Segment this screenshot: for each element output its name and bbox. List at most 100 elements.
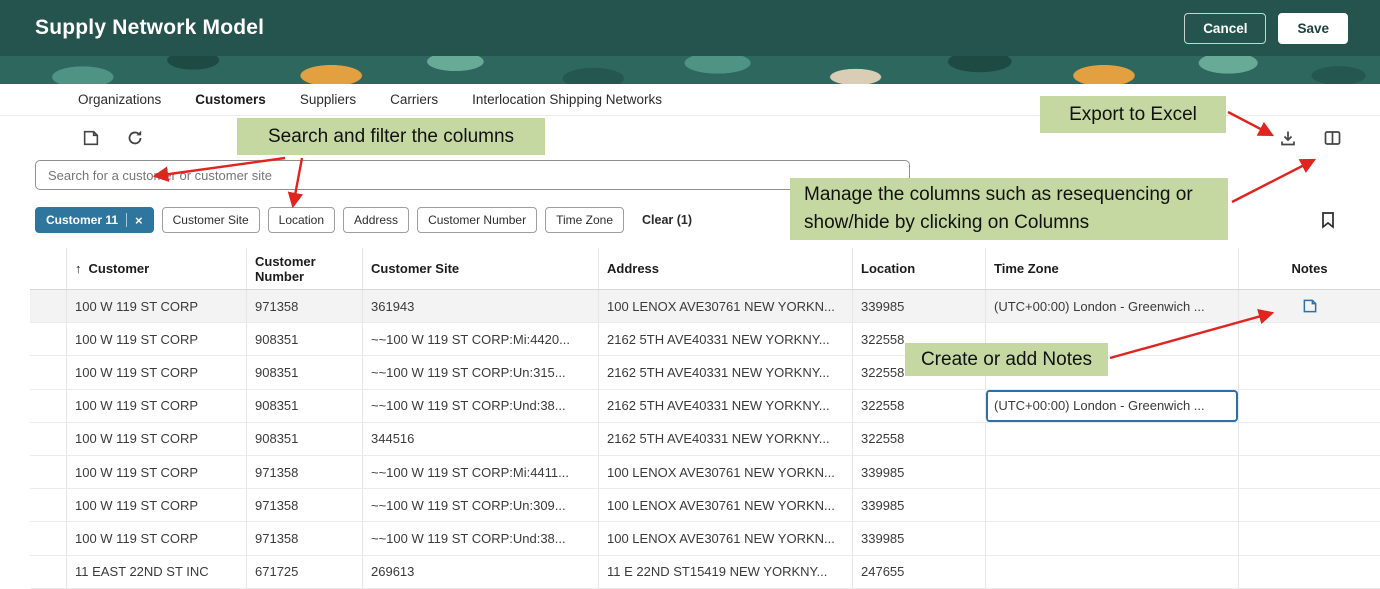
filter-chip-customer-11[interactable]: Customer 11 × (35, 207, 154, 233)
callout-manage-columns: Manage the columns such as resequencing … (790, 178, 1228, 240)
cell-time-zone[interactable]: (UTC+00:00) London - Greenwich ... (985, 290, 1238, 322)
cell-address: 2162 5TH AVE40331 NEW YORKNY... (598, 390, 852, 422)
table-body: 100 W 119 ST CORP 971358 361943 100 LENO… (30, 290, 1380, 589)
table-row[interactable]: 100 W 119 ST CORP 908351 ~~100 W 119 ST … (30, 323, 1380, 356)
callout-export-excel: Export to Excel (1040, 96, 1226, 133)
cell-time-zone[interactable] (985, 522, 1238, 554)
export-button[interactable] (1277, 127, 1299, 149)
row-gutter (30, 456, 66, 488)
column-header-notes[interactable]: Notes (1238, 248, 1380, 289)
page-title: Supply Network Model (35, 16, 264, 40)
filter-chip-time-zone[interactable]: Time Zone (545, 207, 624, 233)
table-row[interactable]: 100 W 119 ST CORP 908351 ~~100 W 119 ST … (30, 390, 1380, 423)
callout-create-notes: Create or add Notes (905, 343, 1108, 376)
chip-label: Customer 11 (46, 213, 118, 227)
row-gutter (30, 290, 66, 322)
cell-customer-number: 908351 (246, 390, 362, 422)
cell-location: 322558 (852, 390, 985, 422)
cell-time-zone[interactable]: (UTC+00:00) London - Greenwich ... (985, 390, 1238, 422)
tab-carriers[interactable]: Carriers (390, 92, 438, 107)
cell-address: 100 LENOX AVE30761 NEW YORKN... (598, 456, 852, 488)
column-header-time-zone[interactable]: Time Zone (985, 248, 1238, 289)
cell-time-zone[interactable] (985, 423, 1238, 455)
cell-customer: 100 W 119 ST CORP (66, 356, 246, 388)
cell-address: 11 E 22ND ST15419 NEW YORKNY... (598, 556, 852, 588)
cell-time-zone[interactable] (985, 456, 1238, 488)
supply-network-model-app: Supply Network Model Cancel Save Organiz… (0, 0, 1380, 589)
toolbar-left-group (80, 127, 146, 149)
header-actions: Cancel Save (1184, 13, 1348, 44)
filter-chip-customer-number[interactable]: Customer Number (417, 207, 537, 233)
row-gutter (30, 489, 66, 521)
table-row[interactable]: 100 W 119 ST CORP 971358 ~~100 W 119 ST … (30, 522, 1380, 555)
column-header-address[interactable]: Address (598, 248, 852, 289)
column-header-location[interactable]: Location (852, 248, 985, 289)
add-note-button[interactable] (80, 127, 102, 149)
column-header-customer[interactable]: ↑ Customer (66, 248, 246, 289)
filter-chip-customer-site[interactable]: Customer Site (162, 207, 260, 233)
filter-chip-location[interactable]: Location (268, 207, 335, 233)
cell-notes (1238, 456, 1380, 488)
refresh-icon (126, 129, 144, 147)
refresh-button[interactable] (124, 127, 146, 149)
table-row[interactable]: 100 W 119 ST CORP 908351 ~~100 W 119 ST … (30, 356, 1380, 389)
cell-address: 100 LENOX AVE30761 NEW YORKN... (598, 522, 852, 554)
decorative-banner (0, 56, 1380, 84)
cell-customer: 100 W 119 ST CORP (66, 456, 246, 488)
row-gutter (30, 323, 66, 355)
cell-time-zone[interactable] (985, 489, 1238, 521)
row-gutter (30, 423, 66, 455)
table-row[interactable]: 100 W 119 ST CORP 908351 344516 2162 5TH… (30, 423, 1380, 456)
callout-search-filter: Search and filter the columns (237, 118, 545, 155)
table-row[interactable]: 100 W 119 ST CORP 971358 ~~100 W 119 ST … (30, 456, 1380, 489)
customers-table: ↑ Customer Customer Number Customer Site… (30, 248, 1380, 589)
cell-customer-number: 908351 (246, 356, 362, 388)
cell-address: 2162 5TH AVE40331 NEW YORKNY... (598, 323, 852, 355)
cell-location: 247655 (852, 556, 985, 588)
table-row[interactable]: 100 W 119 ST CORP 971358 ~~100 W 119 ST … (30, 489, 1380, 522)
cell-location: 322558 (852, 423, 985, 455)
cell-customer-number: 671725 (246, 556, 362, 588)
cell-address: 100 LENOX AVE30761 NEW YORKN... (598, 290, 852, 322)
column-header-customer-number[interactable]: Customer Number (246, 248, 362, 289)
cell-time-zone[interactable] (985, 556, 1238, 588)
cell-customer-number: 971358 (246, 290, 362, 322)
clear-filters-link[interactable]: Clear (1) (642, 213, 692, 227)
cancel-button[interactable]: Cancel (1184, 13, 1266, 44)
cell-customer-number: 908351 (246, 423, 362, 455)
cell-customer: 100 W 119 ST CORP (66, 522, 246, 554)
columns-button[interactable] (1321, 127, 1344, 149)
cell-customer-site: ~~100 W 119 ST CORP:Mi:4420... (362, 323, 598, 355)
cell-notes (1238, 522, 1380, 554)
cell-customer-site: ~~100 W 119 ST CORP:Un:315... (362, 356, 598, 388)
chip-close-icon[interactable]: × (135, 214, 143, 227)
tab-suppliers[interactable]: Suppliers (300, 92, 356, 107)
cell-customer-number: 971358 (246, 489, 362, 521)
cell-notes (1238, 323, 1380, 355)
column-header-customer-site[interactable]: Customer Site (362, 248, 598, 289)
row-gutter (30, 390, 66, 422)
cell-customer-number: 971358 (246, 456, 362, 488)
filter-chip-address[interactable]: Address (343, 207, 409, 233)
filter-chips: Customer Site Location Address Customer Num… (162, 207, 624, 233)
save-button[interactable]: Save (1278, 13, 1348, 44)
search-input[interactable] (35, 160, 910, 190)
bookmark-button[interactable] (1318, 209, 1338, 231)
cell-location: 339985 (852, 456, 985, 488)
download-icon (1279, 129, 1297, 147)
tab-organizations[interactable]: Organizations (78, 92, 161, 107)
cell-address: 100 LENOX AVE30761 NEW YORKN... (598, 489, 852, 521)
cell-customer-site: 361943 (362, 290, 598, 322)
table-row[interactable]: 11 EAST 22ND ST INC 671725 269613 11 E 2… (30, 556, 1380, 589)
cell-customer: 100 W 119 ST CORP (66, 390, 246, 422)
tab-interlocation-shipping-networks[interactable]: Interlocation Shipping Networks (472, 92, 662, 107)
note-icon[interactable] (1302, 298, 1318, 314)
tab-customers[interactable]: Customers (195, 92, 266, 107)
columns-icon (1323, 129, 1342, 147)
cell-customer-site: ~~100 W 119 ST CORP:Mi:4411... (362, 456, 598, 488)
cell-location: 339985 (852, 290, 985, 322)
cell-address: 2162 5TH AVE40331 NEW YORKNY... (598, 423, 852, 455)
cell-notes (1238, 489, 1380, 521)
table-row[interactable]: 100 W 119 ST CORP 971358 361943 100 LENO… (30, 290, 1380, 323)
sort-ascending-icon: ↑ (75, 261, 82, 276)
